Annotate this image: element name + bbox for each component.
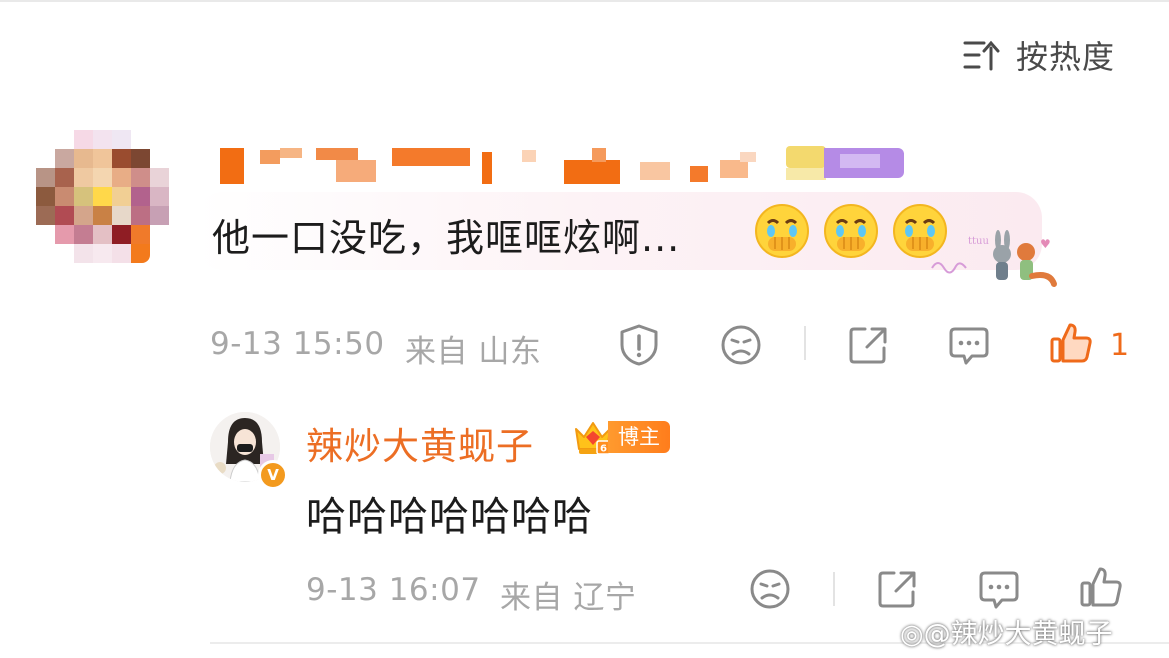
weibo-logo-icon: ◎ xyxy=(900,619,924,650)
comment-bubble-icon[interactable] xyxy=(946,323,992,369)
watermark-text: @辣炒大黄蚬子 xyxy=(923,619,1113,650)
blogger-username[interactable]: 辣炒大黄蚬子 xyxy=(306,416,534,470)
dislike-face-icon[interactable] xyxy=(748,567,792,611)
commenter-username-blurred[interactable] xyxy=(220,146,910,188)
reply-location: 来自 辽宁 xyxy=(500,580,637,616)
svg-text:♥: ♥ xyxy=(1040,237,1051,251)
action-divider xyxy=(833,572,835,606)
blogger-badge-label: 博主 xyxy=(608,421,670,453)
like-thumb-icon-active[interactable] xyxy=(1048,320,1094,366)
share-icon[interactable] xyxy=(875,567,919,611)
comment-emojis xyxy=(754,203,948,259)
verified-badge-icon: V xyxy=(258,460,288,490)
blogger-badge: 6 博主 xyxy=(572,418,670,456)
dislike-face-icon[interactable] xyxy=(719,323,763,367)
sort-label: 按热度 xyxy=(1016,38,1116,76)
commenter-avatar[interactable] xyxy=(36,130,169,263)
svg-text:6: 6 xyxy=(600,444,607,455)
reply-text: 哈哈哈哈哈哈哈 xyxy=(306,494,593,540)
reply-timestamp: 9-13 16:07 xyxy=(306,572,481,608)
sort-by-hot-button[interactable]: 按热度 xyxy=(962,32,1115,78)
weibo-watermark: ◎@辣炒大黄蚬子 xyxy=(900,612,1113,651)
bubble-decoration-sticker: ttuu ♥ xyxy=(931,230,1057,287)
like-count: 1 xyxy=(1110,328,1130,363)
sort-icon xyxy=(963,40,1000,71)
comment-text: 他一口没吃，我哐哐炫啊... xyxy=(212,216,681,260)
crying-face-emoji xyxy=(823,203,879,259)
like-thumb-icon[interactable] xyxy=(1078,564,1124,610)
top-divider xyxy=(0,0,1169,2)
crying-face-emoji xyxy=(754,203,810,259)
comment-location: 来自 山东 xyxy=(405,334,542,370)
svg-text:ttuu: ttuu xyxy=(968,236,989,247)
share-icon[interactable] xyxy=(846,323,890,367)
comment-bubble-icon[interactable] xyxy=(976,567,1022,613)
action-divider xyxy=(804,326,806,360)
report-shield-icon[interactable] xyxy=(617,323,661,367)
comment-timestamp: 9-13 15:50 xyxy=(210,326,385,362)
